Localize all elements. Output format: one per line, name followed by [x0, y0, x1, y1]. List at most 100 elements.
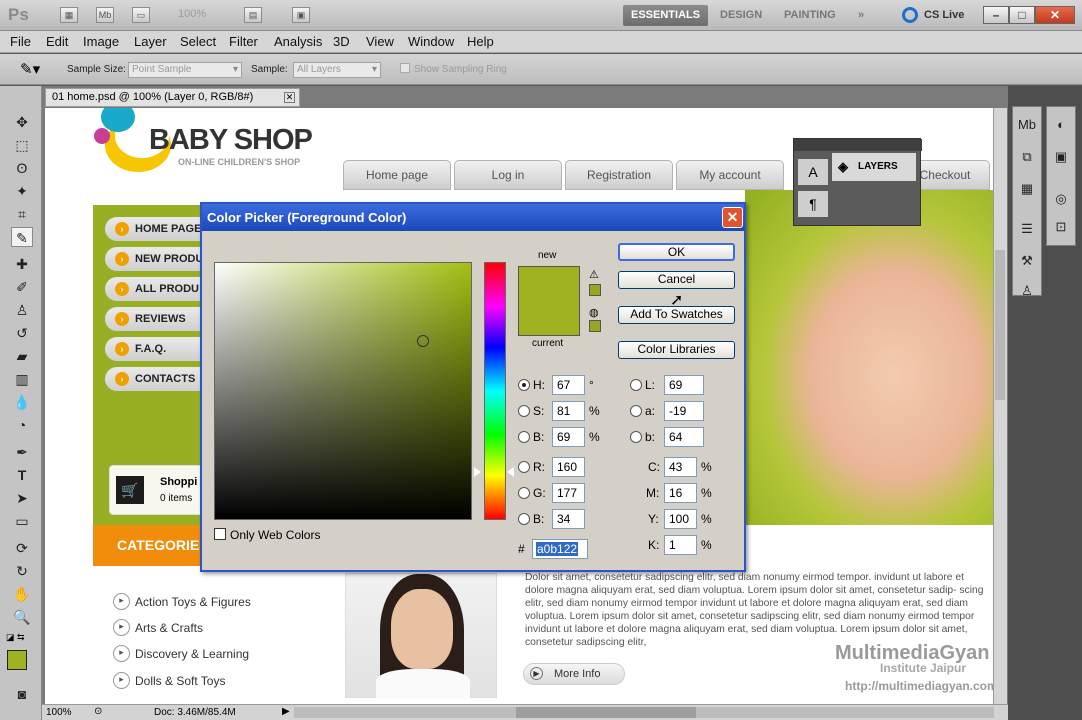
menu-help[interactable]: Help	[467, 34, 494, 49]
view-extras-icon[interactable]: ▭	[132, 7, 150, 23]
hue-slider[interactable]	[484, 262, 506, 520]
screen-mode-icon[interactable]: ▣	[292, 7, 310, 23]
tool-presets-panel-icon[interactable]: ⚒	[1016, 251, 1038, 271]
menu-select[interactable]: Select	[180, 34, 216, 49]
gamut-warning-icon[interactable]: ⚠	[589, 268, 599, 281]
blue-input[interactable]: 34	[552, 509, 585, 529]
panel-grip-bar[interactable]	[794, 139, 922, 151]
menu-window[interactable]: Window	[408, 34, 454, 49]
crop-tool-icon[interactable]: ⌗	[11, 204, 33, 224]
arrange-documents-icon[interactable]: ▤	[244, 7, 262, 23]
lab-l-input[interactable]: 69	[664, 375, 704, 395]
workspace-painting[interactable]: PAINTING	[776, 5, 844, 26]
history-brush-tool-icon[interactable]: ↺	[11, 323, 33, 343]
hue-radio[interactable]	[518, 379, 530, 391]
status-info-icon[interactable]: ⊙	[94, 706, 102, 717]
hue-slider-left-arrow[interactable]	[474, 467, 481, 477]
zoom-tool-icon[interactable]: 🔍	[11, 607, 33, 627]
brightness-radio[interactable]	[518, 431, 530, 443]
workspace-essentials[interactable]: ESSENTIALS	[623, 5, 709, 26]
maximize-button[interactable]: □	[1009, 6, 1035, 24]
menu-3d[interactable]: 3D	[333, 34, 350, 49]
channels-panel-icon[interactable]: ◎	[1050, 189, 1072, 209]
lab-a-input[interactable]: -19	[664, 401, 704, 421]
gamut-swatch[interactable]	[589, 284, 601, 296]
lab-b-radio[interactable]	[630, 431, 642, 443]
close-document-icon[interactable]: ✕	[284, 92, 295, 103]
eyedropper-preset-icon[interactable]: ✎▾	[20, 60, 40, 78]
layers-panel-tab[interactable]: ◈ LAYERS	[832, 153, 916, 181]
cancel-button[interactable]: Cancel	[618, 271, 735, 289]
move-tool-icon[interactable]: ✥	[11, 112, 33, 132]
history-panel-icon[interactable]: ⧉	[1016, 147, 1038, 167]
character-panel-icon[interactable]: A	[798, 159, 828, 185]
info-panel-icon[interactable]: ▣	[1050, 147, 1072, 167]
color-field[interactable]	[214, 262, 472, 520]
3d-orbit-tool-icon[interactable]: ↻	[11, 561, 33, 581]
close-window-button[interactable]: ✕	[1035, 6, 1075, 24]
vertical-scrollbar[interactable]	[993, 108, 1007, 704]
paragraph-panel-icon[interactable]: ¶	[798, 191, 828, 217]
menu-analysis[interactable]: Analysis	[274, 34, 322, 49]
dodge-tool-icon[interactable]: ◔	[11, 415, 33, 435]
quick-selection-tool-icon[interactable]: ✦	[11, 181, 33, 201]
sample-size-select[interactable]: Point Sample	[128, 62, 242, 78]
lab-b-input[interactable]: 64	[664, 427, 704, 447]
black-input[interactable]: 1	[664, 535, 697, 555]
transform-panel-icon[interactable]: ⊡	[1050, 217, 1072, 237]
pen-tool-icon[interactable]: ✒	[11, 442, 33, 462]
brightness-input[interactable]: 69	[552, 427, 585, 447]
red-radio[interactable]	[518, 461, 530, 473]
quick-mask-icon[interactable]: ◙	[11, 684, 33, 704]
color-libraries-button[interactable]: Color Libraries	[618, 341, 735, 359]
hue-input[interactable]: 67	[552, 375, 585, 395]
healing-brush-tool-icon[interactable]: ✚	[11, 254, 33, 274]
marquee-tool-icon[interactable]: ⬚	[11, 135, 33, 155]
zoom-level-select[interactable]: 100%	[178, 8, 206, 20]
shape-tool-icon[interactable]: ▭	[11, 511, 33, 531]
bridge-icon[interactable]: ▦	[60, 7, 78, 23]
type-tool-icon[interactable]: T	[11, 465, 33, 485]
color-panel-icon[interactable]: ◐	[1050, 115, 1072, 135]
menu-image[interactable]: Image	[83, 34, 119, 49]
mini-bridge-panel-icon[interactable]: Mb	[1016, 115, 1038, 135]
hex-input[interactable]: a0b122	[532, 539, 588, 559]
hand-tool-icon[interactable]: ✋	[11, 584, 33, 604]
blur-tool-icon[interactable]: 💧	[11, 392, 33, 412]
saturation-radio[interactable]	[518, 405, 530, 417]
red-input[interactable]: 160	[552, 457, 585, 477]
lasso-tool-icon[interactable]: ʘ	[11, 158, 33, 178]
clone-stamp-tool-icon[interactable]: ♙	[11, 300, 33, 320]
clone-source-panel-icon[interactable]: ♙	[1016, 281, 1038, 301]
workspace-more-button[interactable]: »	[850, 5, 872, 26]
foreground-color-swatch[interactable]	[7, 650, 27, 670]
path-selection-tool-icon[interactable]: ➤	[11, 488, 33, 508]
status-menu-arrow-icon[interactable]: ▶	[282, 706, 290, 717]
workspace-design[interactable]: DESIGN	[712, 5, 770, 26]
lab-l-radio[interactable]	[630, 379, 642, 391]
document-tab[interactable]: 01 home.psd @ 100% (Layer 0, RGB/8#) ✕	[45, 88, 300, 107]
ok-button[interactable]: OK	[618, 243, 735, 261]
only-web-colors-checkbox[interactable]	[214, 528, 226, 540]
minimize-button[interactable]: –	[983, 6, 1009, 24]
green-radio[interactable]	[518, 487, 530, 499]
brush-tool-icon[interactable]: ✐	[11, 277, 33, 297]
eraser-tool-icon[interactable]: ▰	[11, 346, 33, 366]
cs-live-menu[interactable]: CS Live	[924, 9, 964, 21]
menu-view[interactable]: View	[366, 34, 394, 49]
lab-a-radio[interactable]	[630, 405, 642, 417]
dialog-close-button[interactable]: ✕	[722, 207, 743, 228]
magenta-input[interactable]: 16	[664, 483, 697, 503]
web-safe-warning-icon[interactable]: ◍	[589, 306, 599, 319]
blue-radio[interactable]	[518, 513, 530, 525]
status-zoom[interactable]: 100%	[46, 707, 72, 718]
swap-colors-icon[interactable]: ◪ ⇆	[6, 632, 25, 643]
horizontal-scroll-thumb[interactable]	[516, 707, 696, 718]
menu-layer[interactable]: Layer	[134, 34, 167, 49]
3d-rotate-tool-icon[interactable]: ⟳	[11, 538, 33, 558]
eyedropper-tool-icon[interactable]: ✎	[11, 227, 33, 247]
yellow-input[interactable]: 100	[664, 509, 697, 529]
adjustments-panel-icon[interactable]: ☰	[1016, 219, 1038, 239]
cyan-input[interactable]: 43	[664, 457, 697, 477]
saturation-input[interactable]: 81	[552, 401, 585, 421]
